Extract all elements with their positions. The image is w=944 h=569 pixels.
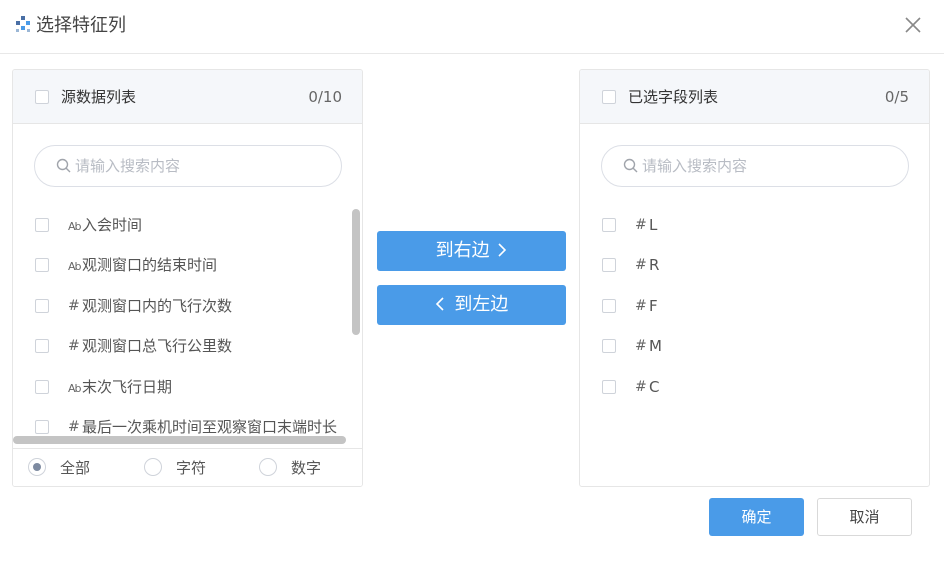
list-item-checkbox[interactable] <box>602 258 616 272</box>
number-type-icon: # <box>635 298 647 314</box>
move-to-right-button[interactable]: 到右边 <box>377 231 566 271</box>
list-item-checkbox[interactable] <box>602 218 616 232</box>
filter-number-radio[interactable] <box>259 458 277 476</box>
target-list-panel: 已选字段列表 0/5 # L # R # F <box>579 69 930 487</box>
list-item-label: 观测窗口内的飞行次数 <box>82 297 233 315</box>
text-type-icon: Ab <box>68 260 81 273</box>
list-item[interactable]: # L <box>580 211 917 239</box>
list-item-label: 入会时间 <box>82 216 143 234</box>
list-item[interactable]: # M <box>580 332 917 360</box>
chevron-left-icon <box>435 297 444 311</box>
list-item[interactable]: # C <box>580 373 917 401</box>
list-item[interactable]: # R <box>580 251 917 279</box>
number-type-icon: # <box>68 298 80 314</box>
list-item-checkbox[interactable] <box>35 258 49 272</box>
number-type-icon: # <box>635 338 647 354</box>
list-item[interactable]: # 观测窗口总飞行公里数 <box>13 332 350 360</box>
list-item-label: 观测窗口总飞行公里数 <box>82 337 233 355</box>
source-list-panel: 源数据列表 0/10 Ab 入会时间 Ab 观测窗口的结束时间 <box>12 69 363 487</box>
list-item-label: C <box>649 378 660 396</box>
cancel-button[interactable]: 取消 <box>817 498 912 536</box>
list-item-checkbox[interactable] <box>602 380 616 394</box>
filter-text-radio[interactable] <box>144 458 162 476</box>
list-item-checkbox[interactable] <box>602 339 616 353</box>
target-item-list: # L # R # F # M # C <box>580 207 917 442</box>
source-search-input[interactable] <box>75 154 325 178</box>
app-logo-icon <box>16 16 30 32</box>
text-type-icon: Ab <box>68 220 81 233</box>
filter-number-label[interactable]: 数字 <box>291 457 321 479</box>
source-search-box <box>34 145 342 187</box>
text-type-icon: Ab <box>68 382 81 395</box>
number-type-icon: # <box>68 338 80 354</box>
move-to-left-label: 到左边 <box>454 294 509 315</box>
target-search-input[interactable] <box>642 154 892 178</box>
list-item[interactable]: Ab 观测窗口的结束时间 <box>13 251 350 279</box>
move-to-right-label: 到右边 <box>435 240 490 261</box>
source-select-all-checkbox[interactable] <box>35 90 49 104</box>
list-item-label: 观测窗口的结束时间 <box>82 256 218 274</box>
target-panel-header: 已选字段列表 0/5 <box>580 70 929 124</box>
select-feature-columns-dialog: 选择特征列 源数据列表 0/10 Ab 入会时间 <box>0 0 944 569</box>
source-selected-count: 0/10 <box>308 88 342 106</box>
horizontal-scrollbar-thumb[interactable] <box>13 436 346 444</box>
dialog-title: 选择特征列 <box>36 15 126 36</box>
type-filter-row: 全部 字符 数字 <box>13 448 362 486</box>
list-item-label: 最后一次乘机时间至观察窗口末端时长 <box>82 418 338 436</box>
list-item[interactable]: Ab 入会时间 <box>13 211 350 239</box>
vertical-scrollbar-thumb[interactable] <box>352 209 360 335</box>
list-item-checkbox[interactable] <box>35 299 49 313</box>
target-search-box <box>601 145 909 187</box>
list-item[interactable]: # F <box>580 292 917 320</box>
filter-text-label[interactable]: 字符 <box>176 457 206 479</box>
list-item-checkbox[interactable] <box>602 299 616 313</box>
list-item-label: 末次飞行日期 <box>82 378 173 396</box>
target-selected-count: 0/5 <box>884 88 909 106</box>
list-item[interactable]: Ab 末次飞行日期 <box>13 373 350 401</box>
source-panel-title: 源数据列表 <box>61 88 137 106</box>
move-to-left-button[interactable]: 到左边 <box>377 285 566 325</box>
dialog-header: 选择特征列 <box>0 0 944 54</box>
chevron-right-icon <box>498 243 507 257</box>
source-item-list: Ab 入会时间 Ab 观测窗口的结束时间 # 观测窗口内的飞行次数 # 观测窗口… <box>13 207 350 442</box>
list-item[interactable]: # 观测窗口内的飞行次数 <box>13 292 350 320</box>
list-item-label: F <box>649 297 658 315</box>
list-item-checkbox[interactable] <box>35 380 49 394</box>
list-item-label: L <box>649 216 658 234</box>
confirm-button[interactable]: 确定 <box>709 498 804 536</box>
source-panel-header: 源数据列表 0/10 <box>13 70 362 124</box>
number-type-icon: # <box>635 257 647 273</box>
list-item-checkbox[interactable] <box>35 218 49 232</box>
number-type-icon: # <box>635 217 647 233</box>
filter-all-label[interactable]: 全部 <box>60 457 90 479</box>
list-item-checkbox[interactable] <box>35 420 49 434</box>
target-select-all-checkbox[interactable] <box>602 90 616 104</box>
list-item-label: R <box>649 256 660 274</box>
list-item-label: M <box>649 337 662 355</box>
list-item-checkbox[interactable] <box>35 339 49 353</box>
number-type-icon: # <box>635 379 647 395</box>
target-panel-title: 已选字段列表 <box>628 88 719 106</box>
filter-all-radio[interactable] <box>28 458 46 476</box>
close-icon[interactable] <box>902 14 924 36</box>
search-icon <box>56 158 71 173</box>
search-icon <box>623 158 638 173</box>
number-type-icon: # <box>68 419 80 435</box>
